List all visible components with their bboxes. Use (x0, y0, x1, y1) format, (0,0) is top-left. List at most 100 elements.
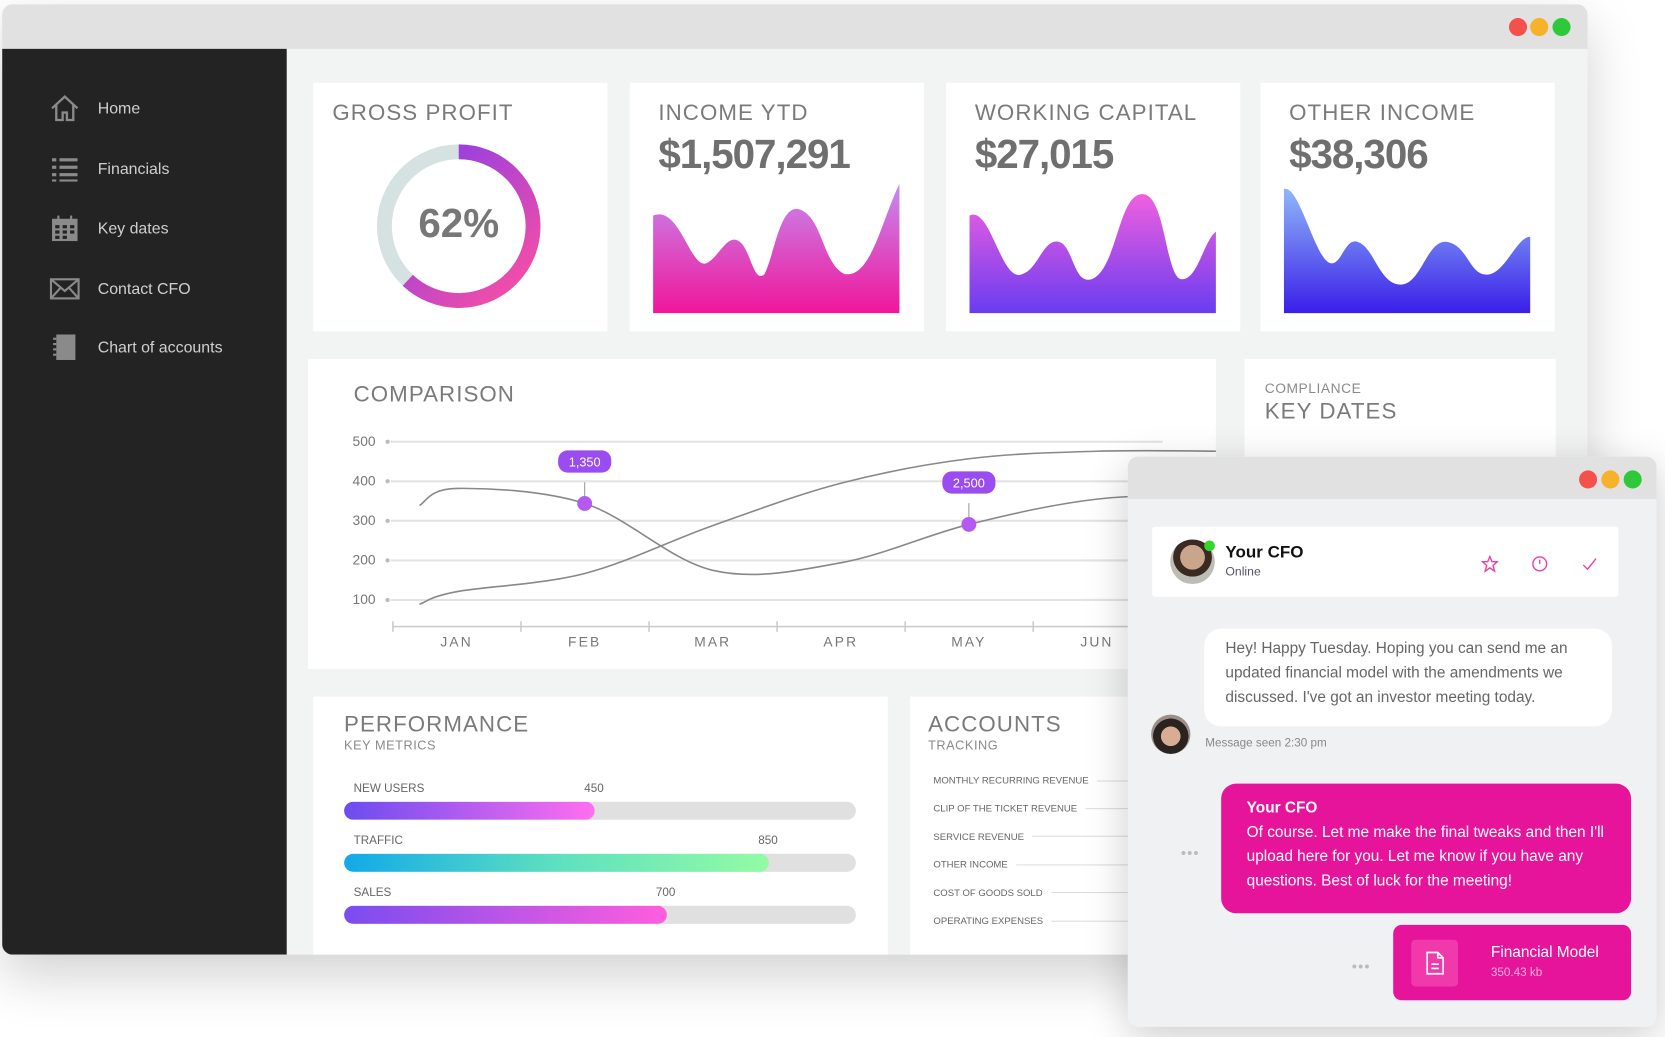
account-label: CLIP OF THE TICKET REVENUE (933, 803, 1078, 814)
annotation-label: 2,500 (953, 475, 985, 490)
card-title: KEY DATES (1264, 399, 1398, 424)
x-tick-label: JUN (1080, 635, 1113, 650)
sidebar-item-home[interactable]: Home (49, 95, 140, 123)
other-income-card: OTHER INCOME $38,306 (1260, 82, 1555, 332)
tick-dot (385, 439, 390, 444)
reply-message: Your CFO Of course. Let me make the fina… (1221, 783, 1632, 914)
file-attachment[interactable]: Financial Model 350.43 kb (1393, 924, 1632, 1001)
other-income-value: $38,306 (1289, 132, 1429, 178)
card-title: PERFORMANCE (344, 712, 530, 737)
card-subtitle: TRACKING (928, 738, 999, 753)
file-size: 350.43 kb (1490, 966, 1543, 980)
tick-dot (385, 479, 390, 484)
sidebar-item-label: Financials (97, 159, 170, 178)
sidebar-item-label: Home (97, 99, 141, 118)
gross-profit-card: GROSS PROFIT 62% (313, 82, 608, 332)
metric-bar-fill (344, 905, 667, 924)
more-options-icon[interactable]: ••• (1181, 844, 1200, 861)
sidebar-item-contact-cfo[interactable]: Contact CFO (49, 275, 191, 303)
close-button[interactable] (1508, 18, 1528, 37)
sidebar-item-financials[interactable]: Financials (49, 155, 170, 183)
sidebar-item-label: Key dates (97, 219, 169, 238)
card-subtitle: KEY METRICS (344, 738, 437, 753)
chat-minimize-button[interactable] (1601, 470, 1620, 489)
incoming-message: Hey! Happy Tuesday. Hoping you can send … (1204, 628, 1612, 727)
document-icon (1411, 939, 1458, 987)
income-ytd-sparkline (653, 183, 900, 314)
y-tick-label: 200 (353, 553, 376, 568)
card-title: WORKING CAPITAL (974, 100, 1198, 126)
metric-value: 700 (655, 886, 676, 900)
chat-title-bar (1127, 456, 1657, 500)
working-capital-sparkline (969, 194, 1216, 314)
contact-header: Your CFO Online (1152, 526, 1619, 597)
reply-sender: Your CFO (1246, 799, 1318, 817)
metric-label: NEW USERS (353, 782, 425, 796)
data-point[interactable] (577, 496, 593, 511)
metric-label: SALES (353, 886, 392, 900)
chat-window: Your CFO Online Hey! Happy Tuesday. Hopi… (1127, 456, 1657, 1027)
online-indicator (1204, 540, 1215, 552)
metric-label: TRAFFIC (353, 834, 403, 848)
y-tick-label: 100 (353, 592, 376, 607)
series-line (419, 487, 1216, 576)
contact-status: Online (1225, 565, 1261, 579)
x-tick-label: APR (823, 635, 858, 650)
account-label: OTHER INCOME (933, 859, 1008, 870)
tick-dot (385, 518, 390, 523)
working-capital-value: $27,015 (974, 132, 1115, 178)
x-tick-label: MAR (694, 635, 731, 650)
metric-bar-fill (344, 801, 595, 820)
card-title: INCOME YTD (658, 100, 809, 126)
comparison-card: COMPARISON 500 400 300 200 100 JAN FEB MAR APR MA… (307, 358, 1216, 669)
data-point[interactable] (961, 516, 977, 532)
performance-card: PERFORMANCE KEY METRICS NEW USERS 450 TR… (313, 696, 888, 955)
x-tick-label: JAN (440, 635, 472, 650)
card-subtitle: COMPLIANCE (1264, 380, 1362, 397)
account-label: COST OF GOODS SOLD (933, 887, 1043, 898)
comparison-chart: 500 400 300 200 100 JAN FEB MAR APR MAY JUN 1,350 2,… (353, 434, 1216, 650)
account-label: MONTHLY RECURRING REVENUE (933, 775, 1089, 786)
y-tick-label: 500 (353, 434, 376, 449)
metric-value: 850 (758, 834, 778, 848)
sidebar-item-key-dates[interactable]: Key dates (49, 215, 169, 243)
account-label: OPERATING EXPENSES (933, 915, 1044, 926)
working-capital-card: WORKING CAPITAL $27,015 (946, 82, 1241, 332)
series-line (419, 449, 1216, 606)
check-icon[interactable] (1581, 555, 1598, 572)
home-icon (51, 95, 79, 122)
y-tick-label: 300 (353, 513, 376, 528)
card-title: ACCOUNTS (928, 712, 1062, 737)
tick-dot (385, 558, 390, 563)
annotation-label: 1,350 (569, 454, 601, 469)
income-ytd-card: INCOME YTD $1,507,291 (629, 82, 924, 332)
income-ytd-value: $1,507,291 (658, 132, 850, 178)
notebook-icon (53, 334, 76, 360)
chat-close-button[interactable] (1579, 470, 1598, 489)
card-title: OTHER INCOME (1289, 100, 1476, 126)
metric-bar (344, 801, 856, 820)
tick-dot (385, 597, 390, 603)
x-tick-label: FEB (568, 635, 601, 650)
sidebar-item-label: Contact CFO (97, 279, 191, 298)
other-income-sparkline (1283, 188, 1531, 314)
star-icon[interactable] (1481, 555, 1499, 573)
sidebar: Home Financials Key dates Contact CFO Ch… (2, 48, 287, 955)
account-label: SERVICE REVENUE (933, 831, 1025, 842)
maximize-button[interactable] (1552, 18, 1571, 37)
chat-maximize-button[interactable] (1623, 470, 1642, 489)
y-tick-label: 400 (353, 474, 376, 489)
title-bar (2, 4, 1588, 49)
reply-text: Of course. Let me make the final tweaks … (1246, 824, 1604, 890)
more-options-icon[interactable]: ••• (1352, 958, 1371, 975)
list-icon (52, 158, 78, 182)
sidebar-item-chart-of-accounts[interactable]: Chart of accounts (49, 333, 223, 361)
metric-value: 450 (584, 782, 604, 796)
sidebar-item-label: Chart of accounts (97, 338, 223, 357)
contact-name: Your CFO (1225, 543, 1304, 562)
mail-icon (49, 278, 80, 300)
file-name: Financial Model (1490, 944, 1599, 962)
clock-icon[interactable] (1531, 555, 1548, 572)
x-tick-label: MAY (951, 635, 986, 650)
minimize-button[interactable] (1530, 18, 1549, 37)
